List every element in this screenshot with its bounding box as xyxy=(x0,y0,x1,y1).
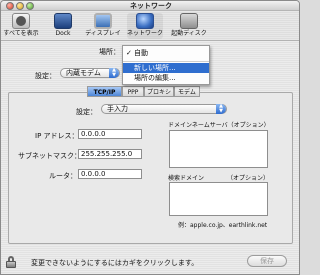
tab-label: モデム xyxy=(178,89,196,96)
menu-item-edit-locations[interactable]: 場所の編集... xyxy=(123,73,209,83)
menu-item-label: 新しい場所... xyxy=(134,64,176,72)
checkmark-icon: ✓ xyxy=(126,49,132,57)
ip-address-label: IP アドレス： xyxy=(35,132,79,140)
location-label: 場所： xyxy=(99,48,120,56)
toolbar-item-label: ディスプレイ xyxy=(85,30,121,37)
dns-label: ドメインネームサーバ（オプション） xyxy=(168,122,270,129)
subnet-mask-field[interactable]: 255.255.255.0 xyxy=(78,149,142,159)
toolbar-item-dock[interactable]: Dock xyxy=(45,13,81,39)
popup-arrows-icon: ▲ ▼ xyxy=(216,104,226,114)
title-bar: ネットワーク xyxy=(1,1,299,11)
show-popup[interactable]: 内蔵モデム ▲ ▼ xyxy=(60,68,120,78)
router-label: ルータ： xyxy=(49,172,77,180)
toolbar-item-label: Dock xyxy=(55,30,71,37)
toolbar-item-label: ネットワーク xyxy=(127,30,164,37)
tab-tcpip[interactable]: TCP/IP xyxy=(87,86,122,97)
show-popup-value: 内蔵モデム xyxy=(66,69,101,77)
tab-label: プロキシ xyxy=(146,89,171,96)
search-domains-field[interactable] xyxy=(169,182,268,216)
menu-item-label: 自動 xyxy=(134,49,148,57)
zoom-window-button[interactable] xyxy=(26,2,34,10)
tab-label: TCP/IP xyxy=(93,89,116,96)
toolbar-item-label: 起動ディスク xyxy=(171,30,207,37)
ip-address-field[interactable]: 0.0.0.0 xyxy=(78,129,142,139)
toolbar-item-show-all[interactable]: すべてを表示 xyxy=(3,13,39,39)
toolbar-item-label: すべてを表示 xyxy=(3,30,39,37)
menu-item-automatic[interactable]: ✓ 自動 xyxy=(123,48,209,58)
close-window-button[interactable] xyxy=(6,2,14,10)
tcpip-pane: 設定： 手入力 ▲ ▼ IP アドレス： 0.0.0.0 サブネットマスク： 25… xyxy=(8,92,293,244)
tab-label: PPP xyxy=(127,89,139,96)
globe-icon xyxy=(136,13,154,29)
show-label: 設定： xyxy=(35,72,56,80)
ip-address-value: 0.0.0.0 xyxy=(81,130,106,138)
lock-body xyxy=(6,261,16,268)
minimize-window-button[interactable] xyxy=(16,2,24,10)
menu-item-new-location[interactable]: 新しい場所... xyxy=(123,63,209,73)
lock-button[interactable] xyxy=(6,256,16,268)
search-domains-label: 検索ドメイン xyxy=(168,175,205,182)
apply-button[interactable]: 保存 xyxy=(247,255,287,267)
toolbar-item-network[interactable]: ネットワーク xyxy=(127,13,163,39)
tab-proxies[interactable]: プロキシ xyxy=(144,86,174,97)
location-menu[interactable]: ✓ 自動 新しい場所... 場所の編集... xyxy=(122,45,210,85)
subnet-mask-label: サブネットマスク： xyxy=(18,152,81,160)
display-icon xyxy=(94,13,112,29)
preferences-window: ネットワーク すべてを表示 Dock ディスプレイ ネットワーク 起動ディスク … xyxy=(0,0,300,275)
search-domains-optional-label: （オプション） xyxy=(227,175,270,182)
configure-label: 設定： xyxy=(76,108,97,116)
apply-button-label: 保存 xyxy=(260,257,274,265)
dock-icon xyxy=(54,13,72,29)
toolbar-item-startup-disk[interactable]: 起動ディスク xyxy=(171,13,207,39)
window-title: ネットワーク xyxy=(130,2,172,10)
lock-message: 変更できないようにするにはカギをクリックします。 xyxy=(31,259,199,267)
menu-item-label: 場所の編集... xyxy=(134,74,176,82)
configure-popup-value: 手入力 xyxy=(107,105,128,113)
tab-ppp[interactable]: PPP xyxy=(122,86,144,97)
toolbar-item-displays[interactable]: ディスプレイ xyxy=(85,13,121,39)
tab-modem[interactable]: モデム xyxy=(174,86,200,97)
menu-separator xyxy=(123,61,209,62)
popup-arrows-icon: ▲ ▼ xyxy=(109,68,119,78)
subnet-mask-value: 255.255.255.0 xyxy=(81,150,133,158)
disk-icon xyxy=(180,13,198,29)
router-field[interactable]: 0.0.0.0 xyxy=(78,169,142,179)
search-domains-example: 例：apple.co.jp、earthlink.net xyxy=(178,222,268,229)
toolbar: すべてを表示 Dock ディスプレイ ネットワーク 起動ディスク xyxy=(1,11,299,41)
router-value: 0.0.0.0 xyxy=(81,170,106,178)
configure-popup[interactable]: 手入力 ▲ ▼ xyxy=(101,104,227,114)
apple-icon xyxy=(12,13,30,29)
dns-servers-field[interactable] xyxy=(169,130,268,168)
